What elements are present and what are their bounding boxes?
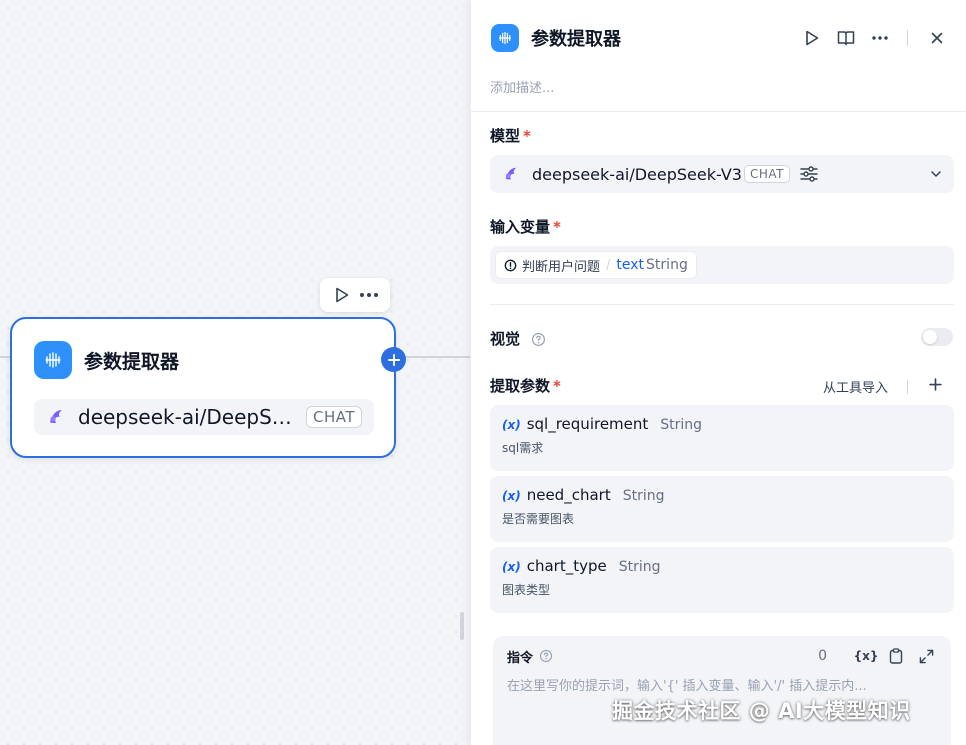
instruction-input[interactable]: 在这里写你的提示词，输入'{' 插入变量、输入'/' 插入提示内... <box>507 675 937 694</box>
more-icon <box>872 36 888 40</box>
parameter-extractor-node[interactable]: 参数提取器 deepseek-ai/DeepSeek-V3 CHAT <box>10 317 396 458</box>
model-settings-button[interactable] <box>800 166 818 182</box>
param-type: String <box>618 559 661 575</box>
param-type: String <box>660 417 703 433</box>
node-more-button[interactable] <box>358 284 380 306</box>
plus-icon <box>928 377 942 391</box>
panel-resize-handle[interactable] <box>460 612 464 640</box>
node-model-chip: deepseek-ai/DeepSeek-V3 CHAT <box>34 399 374 435</box>
deepseek-logo-icon <box>50 410 62 423</box>
help-icon[interactable] <box>531 332 546 347</box>
input-var-field[interactable]: 判断用户问题 / text String <box>490 246 954 284</box>
panel-actions <box>791 25 950 51</box>
insert-variable-button[interactable]: {x} <box>854 645 879 667</box>
variable-icon: (x) <box>502 489 521 503</box>
node-model-name: deepseek-ai/DeepSeek-V3 <box>78 405 300 429</box>
model-select[interactable]: deepseek-ai/DeepSeek-V3 CHAT <box>490 155 954 193</box>
node-run-button[interactable] <box>331 284 353 306</box>
more-button[interactable] <box>867 25 893 51</box>
vision-toggle[interactable] <box>921 328 953 346</box>
node-header: 参数提取器 <box>34 341 179 379</box>
param-name: chart_type <box>526 557 607 575</box>
separator: / <box>606 257 611 273</box>
params-label: 提取参数 * <box>490 377 561 395</box>
variable-icon: (x) <box>502 560 521 574</box>
chevron-down-icon <box>930 170 942 178</box>
param-desc: 是否需要图表 <box>502 512 575 526</box>
divider <box>471 111 966 112</box>
add-param-button[interactable] <box>925 374 945 394</box>
source-node-name: 判断用户问题 <box>522 259 601 275</box>
model-badge: CHAT <box>743 165 790 183</box>
docs-button[interactable] <box>833 25 859 51</box>
plus-icon <box>387 353 400 366</box>
edge-in <box>0 356 10 358</box>
param-item[interactable]: (x) sql_requirement String sql需求 <box>490 405 954 471</box>
divider <box>907 380 908 394</box>
run-button[interactable] <box>799 25 825 51</box>
node-settings-panel: 参数提取器 添加描述... 模型 * deepseek-ai/DeepSeek-… <box>470 0 966 745</box>
description-input[interactable]: 添加描述... <box>490 77 554 96</box>
sliders-icon <box>800 166 818 182</box>
more-icon <box>359 293 378 297</box>
param-item[interactable]: (x) need_chart String 是否需要图表 <box>490 476 954 542</box>
book-icon <box>837 31 855 46</box>
toggle-knob <box>923 330 937 344</box>
clipboard-icon <box>889 648 903 664</box>
close-icon <box>931 32 943 44</box>
deepseek-logo-icon <box>505 167 517 180</box>
char-count: 0 <box>818 648 827 664</box>
instruction-label: 指令 <box>507 650 534 666</box>
extractor-icon <box>34 341 72 379</box>
vision-label: 视觉 <box>490 328 546 349</box>
instruction-header: 指令 0 {x} <box>507 646 937 666</box>
input-var-label: 输入变量 * <box>490 218 561 236</box>
watermark: 掘金技术社区 @ AI大模型知识 <box>612 699 911 723</box>
param-desc: sql需求 <box>502 441 544 455</box>
param-item[interactable]: (x) chart_type String 图表类型 <box>490 547 954 613</box>
help-icon[interactable] <box>539 649 553 663</box>
copy-button[interactable] <box>885 645 907 667</box>
instruction-editor[interactable]: 指令 0 {x} 在这里写你的提示词，输入'{' 插入变量、输入'/' 插入提示… <box>493 636 951 745</box>
input-var-chip[interactable]: 判断用户问题 / text String <box>495 251 697 279</box>
edge-out <box>404 356 470 358</box>
variable-icon: (x) <box>502 418 521 432</box>
node-toolbar <box>320 278 390 312</box>
add-next-node-button[interactable] <box>381 347 406 372</box>
expand-button[interactable] <box>915 645 937 667</box>
info-circle-icon <box>504 259 517 271</box>
param-desc: 图表类型 <box>502 583 551 597</box>
divider <box>490 304 954 305</box>
panel-title[interactable]: 参数提取器 <box>531 25 791 51</box>
var-type: String <box>646 257 688 273</box>
node-title: 参数提取器 <box>84 350 180 373</box>
close-button[interactable] <box>924 25 950 51</box>
play-icon <box>806 30 819 46</box>
model-name: deepseek-ai/DeepSeek-V3 <box>532 164 742 184</box>
var-name: text <box>616 257 645 273</box>
play-icon <box>335 287 348 303</box>
divider <box>907 30 908 46</box>
node-model-badge: CHAT <box>306 406 363 428</box>
import-from-tool-link[interactable]: 从工具导入 <box>823 377 888 396</box>
expand-icon <box>919 649 933 663</box>
extractor-icon <box>491 24 519 52</box>
param-name: need_chart <box>526 486 611 504</box>
model-label: 模型 * <box>490 127 531 145</box>
panel-header: 参数提取器 <box>491 22 950 54</box>
param-type: String <box>622 488 665 504</box>
param-name: sql_requirement <box>526 415 649 433</box>
